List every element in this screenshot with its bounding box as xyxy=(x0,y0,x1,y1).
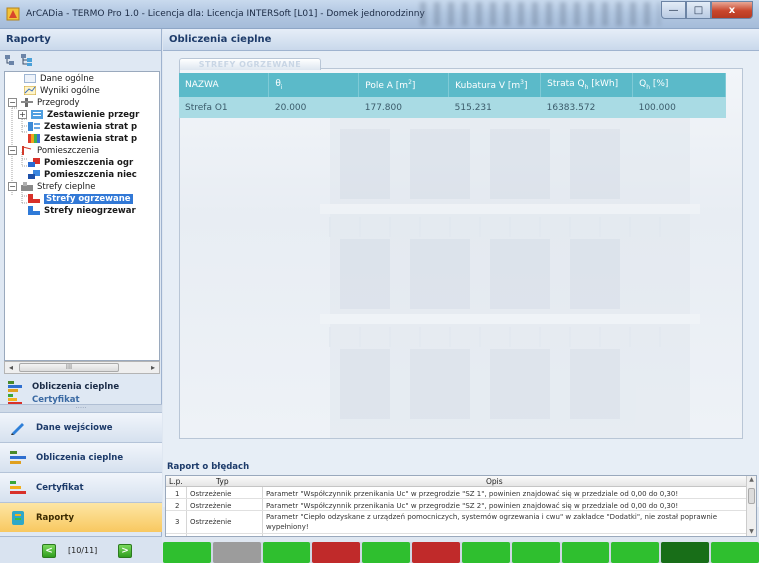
title-bar: ArCADia - TERMO Pro 1.0 - Licencja dla: … xyxy=(0,0,759,29)
scroll-up-icon[interactable]: ▲ xyxy=(747,476,756,484)
status-segment[interactable] xyxy=(611,542,660,563)
scroll-thumb[interactable]: III xyxy=(19,363,119,372)
col-opis: Opis xyxy=(486,477,503,486)
room-red-icon xyxy=(28,158,40,167)
collapse-tree-icon[interactable] xyxy=(4,53,18,67)
tree-horizontal-scrollbar[interactable]: ◂ III ▸ xyxy=(4,361,160,374)
wall-icon xyxy=(21,98,33,107)
title-decoration xyxy=(420,2,660,26)
bars-icon xyxy=(31,110,43,119)
status-strip xyxy=(163,542,759,563)
status-segment[interactable] xyxy=(461,542,510,563)
maximize-button[interactable]: □ xyxy=(686,1,711,19)
collapse-toggle[interactable]: − xyxy=(8,146,17,155)
col-kubatura: Kubatura V [m3] xyxy=(448,73,542,97)
tab-strefy-ogrzewane[interactable]: STREFY OGRZEWANE xyxy=(179,58,321,70)
scroll-left-icon[interactable]: ◂ xyxy=(5,362,17,373)
chart-icon xyxy=(24,86,36,95)
error-list-scrollbar[interactable]: ▲ ▼ xyxy=(746,476,756,536)
scroll-thumb[interactable] xyxy=(748,488,755,504)
col-theta: θi xyxy=(268,73,360,97)
table-cell: 177.800 xyxy=(358,97,449,118)
table-cell: 100.000 xyxy=(632,97,726,118)
zone-red-icon xyxy=(28,194,40,203)
status-segment[interactable] xyxy=(661,542,710,563)
room-blue-icon xyxy=(28,170,40,179)
calc-bars-icon xyxy=(10,450,26,464)
page-indicator: [10/11] xyxy=(68,546,98,555)
error-header-row: L.p. Typ Opis xyxy=(166,476,748,487)
error-report-title: Raport o błędach xyxy=(167,462,250,472)
app-logo-icon xyxy=(6,7,20,21)
sheet-icon xyxy=(24,74,36,83)
panel-title: Raporty xyxy=(0,29,161,51)
minimize-button[interactable]: — xyxy=(661,1,686,19)
tree-item-strefy-nieogrzewane[interactable]: Strefy nieogrzewar xyxy=(28,204,136,217)
status-segment[interactable] xyxy=(312,542,361,563)
status-segment[interactable] xyxy=(711,542,759,563)
expand-toggle[interactable]: + xyxy=(18,110,27,119)
results-panel xyxy=(179,68,743,439)
status-segment[interactable] xyxy=(262,542,311,563)
error-row[interactable]: 1 Ostrzeżenie Parametr "Współczynnik prz… xyxy=(166,488,748,499)
table-row[interactable]: Strefa O1 20.000 177.800 515.231 16383.5… xyxy=(179,97,726,118)
scroll-down-icon[interactable]: ▼ xyxy=(747,528,756,536)
window-title: ArCADia - TERMO Pro 1.0 - Licencja dla: … xyxy=(26,9,425,19)
report-icon xyxy=(12,510,24,525)
bars-icon xyxy=(28,122,40,131)
col-lp: L.p. xyxy=(169,477,183,486)
nav-obliczenia-cieplne[interactable]: Obliczenia cieplne xyxy=(0,442,162,472)
zone-blue-icon xyxy=(28,206,40,215)
rainbow-icon xyxy=(28,134,40,143)
left-panel: Raporty Dane ogólne Wyniki ogólne − Prze… xyxy=(0,29,162,563)
col-strata: Strata Qh [kWh] xyxy=(540,73,634,97)
report-tree: Dane ogólne Wyniki ogólne − Przegrody + … xyxy=(4,71,160,361)
nav-raporty[interactable]: Raporty xyxy=(0,502,162,532)
scroll-right-icon[interactable]: ▸ xyxy=(147,362,159,373)
collapse-toggle[interactable]: − xyxy=(8,98,17,107)
status-segment[interactable] xyxy=(362,542,411,563)
splitter-grip[interactable]: ····· xyxy=(0,404,162,412)
table-cell: 515.231 xyxy=(448,97,541,118)
prev-page-button[interactable]: < xyxy=(42,544,56,558)
nav-certyfikat[interactable]: Certyfikat xyxy=(0,472,162,502)
zones-table: NAZWA θi Pole A [m2] Kubatura V [m3] Str… xyxy=(179,73,726,118)
main-title: Obliczenia cieplne xyxy=(163,29,759,51)
status-segment[interactable] xyxy=(163,542,211,563)
pager: < [10/11] > xyxy=(0,536,162,563)
table-cell: Strefa O1 xyxy=(179,97,269,118)
table-header-row: NAZWA θi Pole A [m2] Kubatura V [m3] Str… xyxy=(179,73,726,97)
building-watermark xyxy=(320,109,700,438)
tree-toolbar xyxy=(0,51,161,71)
status-segment[interactable] xyxy=(412,542,460,563)
col-pole: Pole A [m2] xyxy=(358,73,450,97)
status-segment[interactable] xyxy=(561,542,610,563)
close-button[interactable]: x xyxy=(711,1,753,19)
main-area: Obliczenia cieplne STREFY OGRZEWANE NAZW… xyxy=(163,29,759,537)
col-nazwa: NAZWA xyxy=(179,73,270,97)
error-row[interactable]: 3 Ostrzeżenie Parametr "Ciepło odzyskane… xyxy=(166,512,748,534)
col-typ: Typ xyxy=(216,477,229,486)
nav-dane-wejsciowe[interactable]: Dane wejściowe xyxy=(0,412,162,442)
error-report-list: L.p. Typ Opis 1 Ostrzeżenie Parametr "Ws… xyxy=(165,475,757,537)
col-q-percent: Qh [%] xyxy=(632,73,726,97)
collapse-toggle[interactable]: − xyxy=(8,182,17,191)
table-cell: 20.000 xyxy=(268,97,359,118)
zone-icon xyxy=(21,182,33,191)
error-row[interactable]: 2 Ostrzeżenie Parametr "Współczynnik prz… xyxy=(166,500,748,511)
next-page-button[interactable]: > xyxy=(118,544,132,558)
certificate-icon xyxy=(10,480,26,494)
pencil-icon xyxy=(11,422,24,435)
table-cell: 16383.572 xyxy=(540,97,633,118)
status-segment[interactable] xyxy=(511,542,560,563)
room-icon xyxy=(22,146,32,155)
expand-tree-icon[interactable] xyxy=(20,53,34,67)
status-segment[interactable] xyxy=(212,542,261,563)
